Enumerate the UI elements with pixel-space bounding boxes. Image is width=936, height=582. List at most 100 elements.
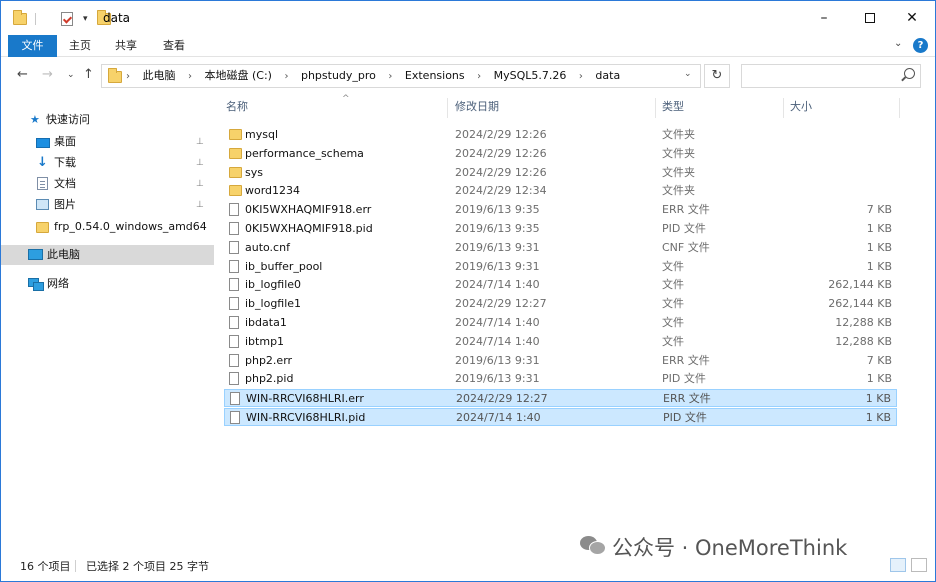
table-row[interactable]: 0KI5WXHAQMIF918.err 2019/6/13 9:35 ERR 文件 7… <box>224 201 897 219</box>
table-row[interactable]: php2.err 2019/6/13 9:31 ERR 文件 7 KB <box>224 352 897 370</box>
file-date: 2024/2/29 12:26 <box>455 128 547 141</box>
maximize-button[interactable] <box>847 1 893 35</box>
breadcrumb-phpstudy[interactable]: phpstudy_pro <box>301 65 376 87</box>
file-date: 2024/7/14 1:40 <box>456 411 541 424</box>
pin-icon[interactable]: ⊥ <box>196 195 204 215</box>
table-row[interactable]: ib_logfile0 2024/7/14 1:40 文件 262,144 KB <box>224 276 897 294</box>
up-button[interactable]: ↑ <box>83 67 94 82</box>
search-icon[interactable] <box>904 68 915 79</box>
forward-button[interactable]: → <box>42 67 53 82</box>
sidebar-item-this-pc[interactable]: 此电脑 <box>1 245 214 265</box>
table-row[interactable]: sys 2024/2/29 12:26 文件夹 <box>224 164 897 182</box>
table-row[interactable]: mysql 2024/2/29 12:26 文件夹 <box>224 126 897 144</box>
chevron-right-icon[interactable]: › <box>388 66 392 88</box>
explorer-window: ▾ data – ✕ 文件 主页 共享 查看 ⌄ ? ← → ⌄ ↑ › 此电脑… <box>0 0 936 582</box>
tab-home[interactable]: 主页 <box>59 35 101 57</box>
network-icon <box>28 278 44 291</box>
table-row[interactable]: performance_schema 2024/2/29 12:26 文件夹 <box>224 145 897 163</box>
table-row[interactable]: ibtmp1 2024/7/14 1:40 文件 12,288 KB <box>224 333 897 351</box>
sidebar-item-quick-access[interactable]: ★ 快速访问 <box>1 110 214 130</box>
documents-icon <box>37 177 48 190</box>
table-row[interactable]: ib_logfile1 2024/2/29 12:27 文件 262,144 KB <box>224 295 897 313</box>
pin-icon[interactable]: ⊥ <box>196 132 204 152</box>
sidebar-item-network[interactable]: 网络 <box>1 274 214 294</box>
tab-share[interactable]: 共享 <box>105 35 147 57</box>
file-date: 2024/2/29 12:27 <box>456 392 548 406</box>
file-size: 262,144 KB <box>828 297 892 311</box>
chevron-right-icon[interactable]: › <box>284 66 288 88</box>
details-view-button[interactable] <box>890 558 906 572</box>
breadcrumb-extensions[interactable]: Extensions <box>405 65 465 87</box>
table-row[interactable]: php2.pid 2019/6/13 9:31 PID 文件 1 KB <box>224 370 897 388</box>
file-name: 0KI5WXHAQMIF918.pid <box>245 222 373 235</box>
refresh-button[interactable]: ↻ <box>704 64 730 88</box>
sidebar-item-frp[interactable]: frp_0.54.0_windows_amd64 <box>1 217 214 237</box>
table-row[interactable]: 0KI5WXHAQMIF918.pid 2019/6/13 9:35 PID 文件 1… <box>224 220 897 238</box>
recent-locations-icon[interactable]: ⌄ <box>67 70 75 80</box>
pin-icon[interactable]: ⊥ <box>196 153 204 173</box>
column-header-date[interactable]: 修改日期 <box>455 94 499 120</box>
file-name: ibdata1 <box>245 316 287 329</box>
file-name: php2.err <box>245 353 293 367</box>
sidebar-item-desktop[interactable]: 桌面 ⊥ <box>1 132 214 152</box>
close-button[interactable]: ✕ <box>889 1 935 35</box>
sidebar-item-pictures[interactable]: 图片 ⊥ <box>1 195 214 215</box>
search-input[interactable] <box>741 64 921 88</box>
column-divider[interactable] <box>783 98 784 118</box>
sidebar-item-label: 文档 <box>54 177 76 190</box>
column-divider[interactable] <box>447 98 448 118</box>
navigation-pane: ★ 快速访问 桌面 ⊥ ↓ 下载 ⊥ 文档 ⊥ 图片 ⊥ frp_0.54.0_… <box>1 94 214 552</box>
breadcrumb-this-pc[interactable]: 此电脑 <box>143 65 176 87</box>
file-name: auto.cnf <box>245 240 290 254</box>
chevron-right-icon[interactable]: › <box>579 66 583 88</box>
properties-icon[interactable] <box>60 12 73 26</box>
file-icon <box>229 278 239 292</box>
table-row[interactable]: WIN-RRCVI68HLRI.pid 2024/7/14 1:40 PID 文件 1… <box>224 408 897 426</box>
column-header-type[interactable]: 类型 <box>662 94 684 120</box>
address-bar[interactable]: › 此电脑 › 本地磁盘 (C:) › phpstudy_pro › Exten… <box>101 64 701 88</box>
file-date: 2024/7/14 1:40 <box>455 334 540 348</box>
quick-access-dropdown-icon[interactable]: ▾ <box>83 14 88 24</box>
breadcrumb-local-disk[interactable]: 本地磁盘 (C:) <box>205 65 272 87</box>
file-date: 2024/2/29 12:26 <box>455 146 547 160</box>
minimize-button[interactable]: – <box>801 1 847 35</box>
tab-view[interactable]: 查看 <box>153 35 195 57</box>
file-type: 文件 <box>662 278 684 292</box>
file-icon <box>230 411 240 424</box>
ribbon-tabs: 文件 主页 共享 查看 ⌄ <box>1 35 935 57</box>
file-icon <box>229 316 239 329</box>
column-header-size[interactable]: 大小 <box>790 94 812 120</box>
table-row[interactable]: ibdata1 2024/7/14 1:40 文件 12,288 KB <box>224 314 897 332</box>
large-icons-view-button[interactable] <box>911 558 927 572</box>
file-icon <box>229 297 239 311</box>
table-row[interactable]: WIN-RRCVI68HLRI.err 2024/2/29 12:27 ERR 文件… <box>224 389 897 408</box>
file-date: 2019/6/13 9:31 <box>455 240 540 254</box>
breadcrumb-data[interactable]: data <box>595 65 620 87</box>
column-header-name[interactable]: 名称 ^ <box>226 94 350 120</box>
file-type: ERR 文件 <box>662 353 710 367</box>
ribbon-expand-icon[interactable]: ⌄ <box>894 38 902 49</box>
table-row[interactable]: word1234 2024/2/29 12:34 文件夹 <box>224 182 897 200</box>
table-row[interactable]: ib_buffer_pool 2019/6/13 9:31 文件 1 KB <box>224 258 897 276</box>
sidebar-item-documents[interactable]: 文档 ⊥ <box>1 174 214 194</box>
chevron-right-icon[interactable]: › <box>477 66 481 88</box>
file-date: 2019/6/13 9:35 <box>455 203 540 217</box>
tab-file[interactable]: 文件 <box>8 35 57 57</box>
back-button[interactable]: ← <box>17 67 28 82</box>
chevron-right-icon[interactable]: › <box>188 66 192 88</box>
file-name: ib_buffer_pool <box>245 259 323 273</box>
column-divider[interactable] <box>655 98 656 118</box>
computer-icon <box>28 249 43 260</box>
table-row[interactable]: auto.cnf 2019/6/13 9:31 CNF 文件 1 KB <box>224 239 897 257</box>
help-icon[interactable]: ? <box>913 38 928 53</box>
column-divider[interactable] <box>899 98 900 118</box>
maximize-icon <box>865 13 875 23</box>
breadcrumb-mysql[interactable]: MySQL5.7.26 <box>494 65 567 87</box>
file-type: PID 文件 <box>662 372 706 386</box>
file-size: 1 KB <box>866 259 892 273</box>
pin-icon[interactable]: ⊥ <box>196 174 204 194</box>
sidebar-item-downloads[interactable]: ↓ 下载 ⊥ <box>1 153 214 173</box>
file-type: 文件夹 <box>662 184 695 198</box>
file-icon <box>230 392 240 406</box>
address-history-dropdown-icon[interactable]: ⌄ <box>684 69 692 79</box>
